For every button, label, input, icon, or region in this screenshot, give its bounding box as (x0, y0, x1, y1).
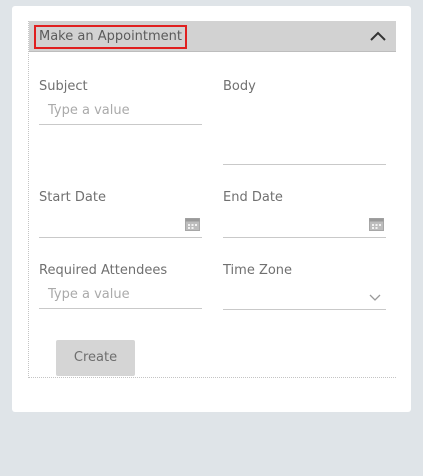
time-zone-select[interactable] (223, 285, 386, 310)
chevron-up-icon[interactable] (368, 26, 388, 46)
end-date-label: End Date (223, 190, 283, 205)
body-textarea[interactable] (223, 101, 386, 165)
appointment-panel: Make an Appointment Subject Type a value… (28, 21, 396, 378)
create-button[interactable]: Create (56, 340, 135, 376)
body-label: Body (223, 79, 256, 94)
subject-label: Subject (39, 79, 88, 94)
subject-input[interactable]: Type a value (39, 101, 202, 125)
subject-placeholder: Type a value (48, 103, 130, 118)
calendar-icon[interactable] (185, 218, 200, 231)
start-date-label: Start Date (39, 190, 106, 205)
chevron-down-icon[interactable] (369, 291, 381, 301)
panel-title: Make an Appointment (34, 25, 188, 49)
end-date-input[interactable] (223, 213, 386, 238)
start-date-input[interactable] (39, 213, 202, 238)
required-attendees-placeholder: Type a value (48, 287, 130, 302)
panel-header[interactable]: Make an Appointment (29, 21, 396, 52)
appointment-card: Make an Appointment Subject Type a value… (12, 6, 411, 412)
calendar-icon[interactable] (369, 218, 384, 231)
time-zone-label: Time Zone (223, 263, 293, 278)
required-attendees-input[interactable]: Type a value (39, 285, 202, 309)
required-attendees-label: Required Attendees (39, 263, 168, 278)
